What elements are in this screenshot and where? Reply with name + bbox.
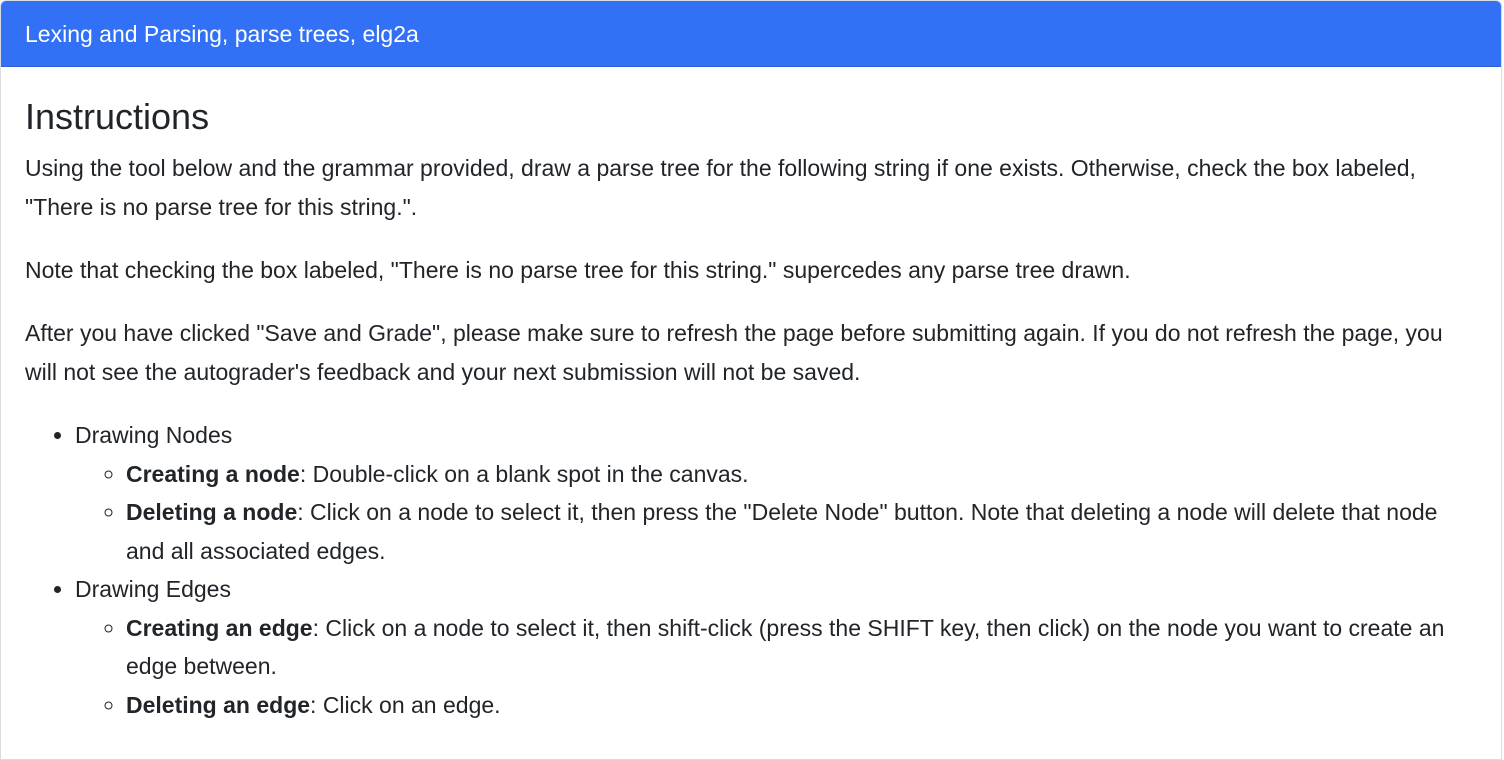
instruction-paragraph-3: After you have clicked "Save and Grade",… <box>25 320 1443 385</box>
list-item-drawing-edges: Drawing Edges Creating an edge: Click on… <box>75 570 1477 724</box>
question-card: Lexing and Parsing, parse trees, elg2a I… <box>0 0 1502 760</box>
list-item: Deleting a node: Click on a node to sele… <box>126 493 1477 570</box>
desc-deleting-node: : Click on a node to select it, then pre… <box>126 499 1438 564</box>
term-creating-edge: Creating an edge <box>126 614 313 641</box>
list-item: Creating an edge: Click on a node to sel… <box>126 609 1477 686</box>
instructions-heading: Instructions <box>25 96 210 137</box>
section-title-drawing-nodes: Drawing Nodes <box>75 422 233 448</box>
term-deleting-edge: Deleting an edge <box>126 691 311 718</box>
instruction-paragraph-2: Note that checking the box labeled, "The… <box>25 257 1131 283</box>
desc-creating-edge: : Click on a node to select it, then shi… <box>126 614 1445 680</box>
instruction-paragraph-1: Using the tool below and the grammar pro… <box>25 155 1416 220</box>
question-title: Lexing and Parsing, parse trees, elg2a <box>25 21 419 47</box>
list-item-drawing-nodes: Drawing Nodes Creating a node: Double-cl… <box>75 416 1477 570</box>
list-item: Creating a node: Double-click on a blank… <box>126 455 1477 494</box>
term-deleting-node: Deleting a node <box>126 499 298 525</box>
desc-creating-node: : Double-click on a blank spot in the ca… <box>299 460 749 487</box>
section-title-drawing-edges: Drawing Edges <box>75 576 231 602</box>
instruction-list: Drawing Nodes Creating a node: Double-cl… <box>25 416 1477 724</box>
sublist-drawing-edges: Creating an edge: Click on a node to sel… <box>75 609 1477 725</box>
card-header: Lexing and Parsing, parse trees, elg2a <box>1 1 1501 67</box>
term-creating-node: Creating a node <box>126 460 300 487</box>
sublist-drawing-nodes: Creating a node: Double-click on a blank… <box>75 455 1477 571</box>
desc-deleting-edge: : Click on an edge. <box>310 691 501 718</box>
card-body: Instructions Using the tool below and th… <box>1 97 1501 724</box>
list-item: Deleting an edge: Click on an edge. <box>126 686 1477 725</box>
